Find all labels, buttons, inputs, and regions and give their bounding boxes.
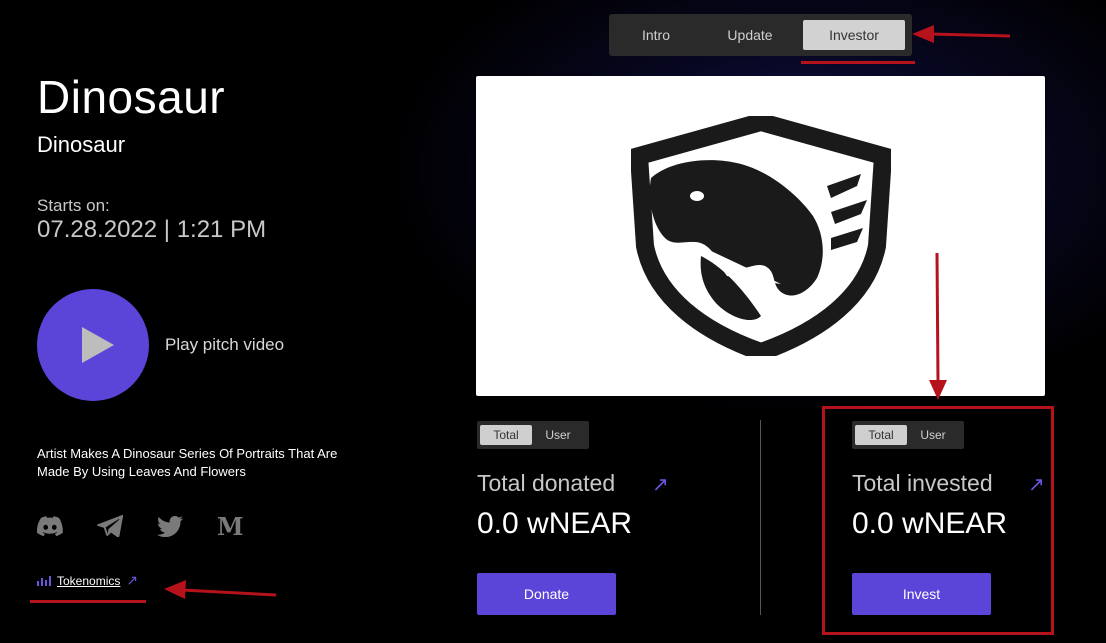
tokenomics-label: Tokenomics (57, 573, 121, 588)
arrow-tokenomics (164, 580, 277, 599)
tab-update[interactable]: Update (697, 20, 803, 50)
play-pitch-video-button[interactable] (37, 289, 149, 401)
chart-icon (37, 576, 51, 586)
donate-button[interactable]: Donate (477, 573, 616, 615)
external-link-icon: ↗ (126, 572, 139, 588)
investor-tab-underline (801, 61, 915, 64)
play-pitch-video-label[interactable]: Play pitch video (165, 335, 284, 355)
telegram-icon[interactable] (97, 512, 157, 540)
svg-text:M: M (217, 515, 243, 537)
discord-icon[interactable] (37, 512, 97, 540)
dinosaur-shield-logo (630, 116, 891, 356)
total-donated-value: 0.0 wNEAR (477, 507, 633, 540)
invested-highlight-box (822, 406, 1054, 635)
tab-intro[interactable]: Intro (615, 20, 697, 50)
twitter-icon[interactable] (157, 512, 217, 540)
project-subtitle: Dinosaur (37, 132, 126, 157)
arrow-investor-tab (912, 25, 1011, 43)
total-donated-label: Total donated (477, 470, 616, 496)
stats-divider (760, 420, 761, 615)
donated-external-link-icon[interactable]: ↗ (652, 472, 669, 497)
starts-datetime: 07.28.2022 | 1:21 PM (37, 216, 267, 243)
play-icon (82, 327, 114, 363)
tokenomics-link[interactable]: Tokenomics ↗ (37, 572, 138, 589)
social-links: M (37, 512, 277, 540)
project-description: Artist Makes A Dinosaur Series Of Portra… (37, 446, 338, 479)
donated-toggle: Total User (477, 421, 589, 449)
donated-toggle-total[interactable]: Total (480, 425, 532, 445)
starts-label: Starts on: (37, 196, 110, 215)
medium-icon[interactable]: M (217, 512, 277, 540)
section-tabs: Intro Update Investor (609, 14, 912, 56)
tokenomics-underline (30, 600, 146, 603)
donated-toggle-user[interactable]: User (532, 425, 584, 445)
tab-investor[interactable]: Investor (803, 20, 905, 50)
project-title: Dinosaur (37, 71, 226, 123)
project-image (476, 76, 1045, 396)
